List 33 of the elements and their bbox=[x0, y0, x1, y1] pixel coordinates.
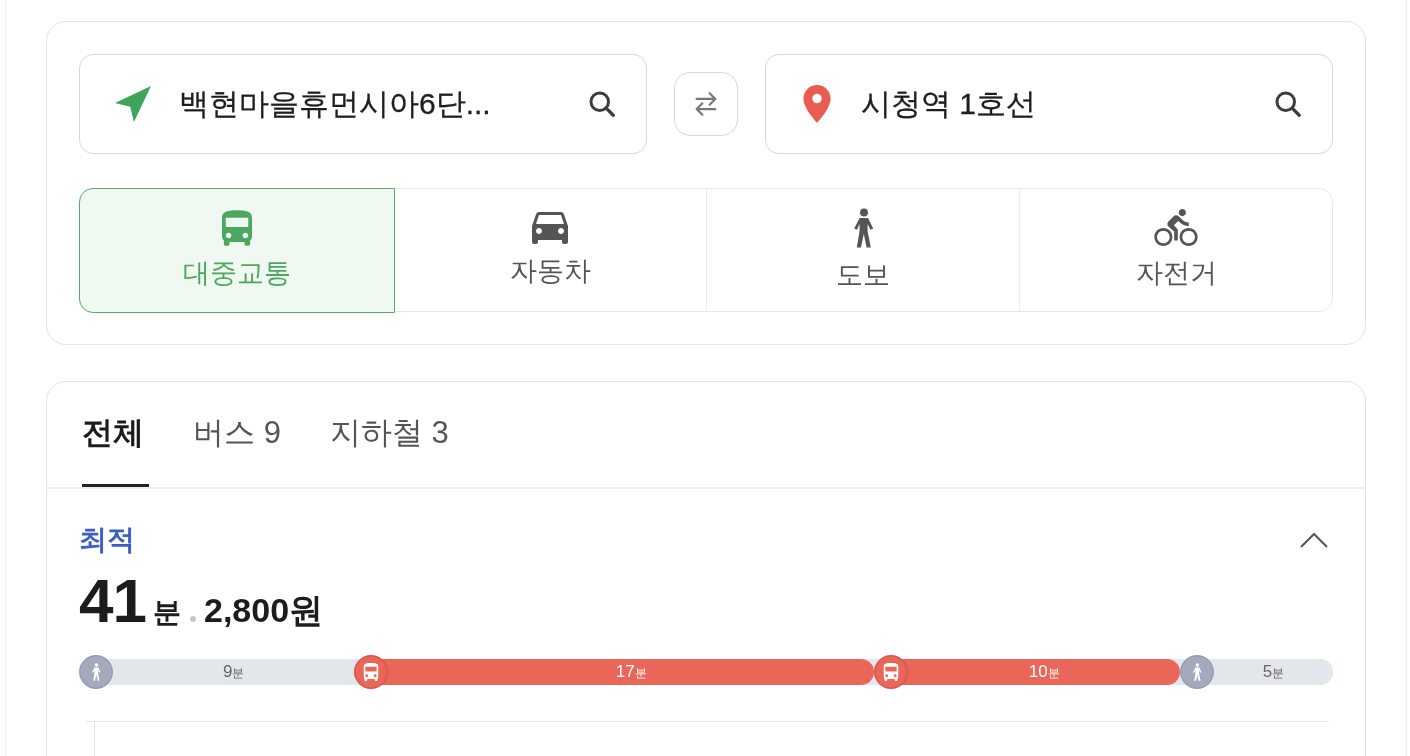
car-icon bbox=[532, 211, 568, 244]
mode-tab[interactable]: 자동차 bbox=[393, 189, 706, 311]
duration-label: 17분 bbox=[614, 662, 648, 682]
duration-unit: 분 bbox=[152, 596, 181, 630]
destination-field[interactable]: 시청역 1호선 bbox=[765, 54, 1333, 154]
bus-icon bbox=[221, 209, 252, 246]
separator-dot-icon bbox=[189, 616, 196, 622]
walking-person-icon bbox=[851, 207, 875, 248]
navigation-arrow-icon bbox=[115, 86, 151, 122]
search-icon bbox=[587, 89, 617, 119]
duration-label: 5분 bbox=[1261, 662, 1286, 682]
location-pin-icon bbox=[801, 85, 833, 123]
result-tab[interactable]: 지하철 3 bbox=[329, 382, 454, 487]
chevron-up-icon bbox=[1299, 530, 1329, 550]
mode-tab[interactable]: 자전거 bbox=[1019, 189, 1332, 311]
cyclist-icon bbox=[1154, 209, 1198, 246]
duration-label: 10분 bbox=[1027, 662, 1061, 682]
search-icon bbox=[1273, 89, 1303, 119]
result-tab[interactable]: 버스 9 bbox=[193, 382, 286, 487]
walking-person-marker-icon bbox=[79, 655, 113, 689]
walking-person-marker-icon bbox=[1180, 655, 1215, 689]
fare-value: 2,800원 bbox=[203, 590, 324, 631]
place-name: 백현마을휴먼시아6단... bbox=[179, 85, 492, 122]
duration-label: 9분 bbox=[221, 662, 246, 682]
swap-arrows-icon bbox=[693, 91, 719, 117]
place-name: 시청역 1호선 bbox=[861, 85, 1038, 122]
duration-value: 41 bbox=[79, 565, 146, 637]
result-tab[interactable]: 전체 bbox=[82, 382, 149, 487]
mode-tab[interactable]: 도보 bbox=[706, 189, 1019, 311]
collapse-button[interactable] bbox=[1299, 530, 1329, 550]
swap-button[interactable] bbox=[674, 72, 738, 136]
origin-field[interactable]: 백현마을휴먼시아6단... bbox=[79, 54, 647, 154]
route-label: 최적 bbox=[79, 523, 135, 557]
